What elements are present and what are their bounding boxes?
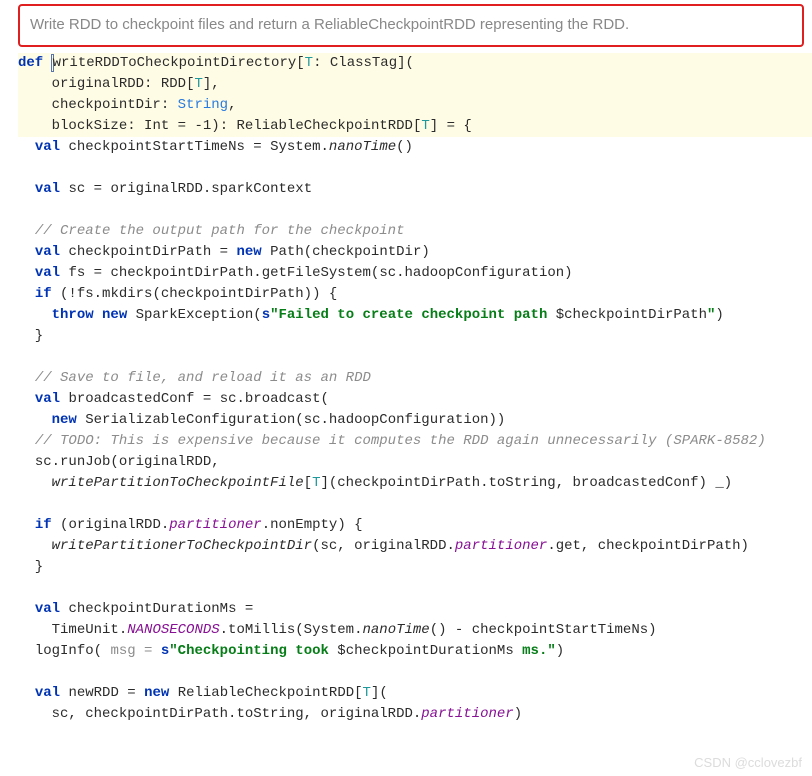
doc-comment-text: Write RDD to checkpoint files and return… [30,16,629,33]
code-editor[interactable]: def writeRDDToCheckpointDirectory[T: Cla… [0,53,812,725]
code-line: writePartitionerToCheckpointDir(sc, orig… [18,536,812,557]
code-line [18,158,812,179]
code-line: // Save to file, and reload it as an RDD [18,368,812,389]
code-line: originalRDD: RDD[T], [18,74,812,95]
code-line: sc.runJob(originalRDD, [18,452,812,473]
doc-comment-box: Write RDD to checkpoint files and return… [18,4,804,47]
code-line: } [18,557,812,578]
code-line: def writeRDDToCheckpointDirectory[T: Cla… [18,53,812,74]
code-line: val fs = checkpointDirPath.getFileSystem… [18,263,812,284]
code-line: val newRDD = new ReliableCheckpointRDD[T… [18,683,812,704]
code-line: throw new SparkException(s"Failed to cre… [18,305,812,326]
code-line: if (!fs.mkdirs(checkpointDirPath)) { [18,284,812,305]
code-line: val checkpointStartTimeNs = System.nanoT… [18,137,812,158]
code-line: if (originalRDD.partitioner.nonEmpty) { [18,515,812,536]
code-line: logInfo( msg = s"Checkpointing took $che… [18,641,812,662]
code-line: // TODO: This is expensive because it co… [18,431,812,452]
code-line: val checkpointDurationMs = [18,599,812,620]
code-line: sc, checkpointDirPath.toString, original… [18,704,812,725]
watermark: CSDN @cclovezbf [694,755,802,770]
code-line: checkpointDir: String, [18,95,812,116]
code-line: blockSize: Int = -1): ReliableCheckpoint… [18,116,812,137]
code-line: } [18,326,812,347]
code-line [18,578,812,599]
code-line: TimeUnit.NANOSECONDS.toMillis(System.nan… [18,620,812,641]
code-line: new SerializableConfiguration(sc.hadoopC… [18,410,812,431]
code-line [18,494,812,515]
code-line [18,347,812,368]
code-line: // Create the output path for the checkp… [18,221,812,242]
code-line: val sc = originalRDD.sparkContext [18,179,812,200]
code-line: val checkpointDirPath = new Path(checkpo… [18,242,812,263]
code-line: writePartitionToCheckpointFile[T](checkp… [18,473,812,494]
code-line: val broadcastedConf = sc.broadcast( [18,389,812,410]
code-line [18,662,812,683]
code-line [18,200,812,221]
